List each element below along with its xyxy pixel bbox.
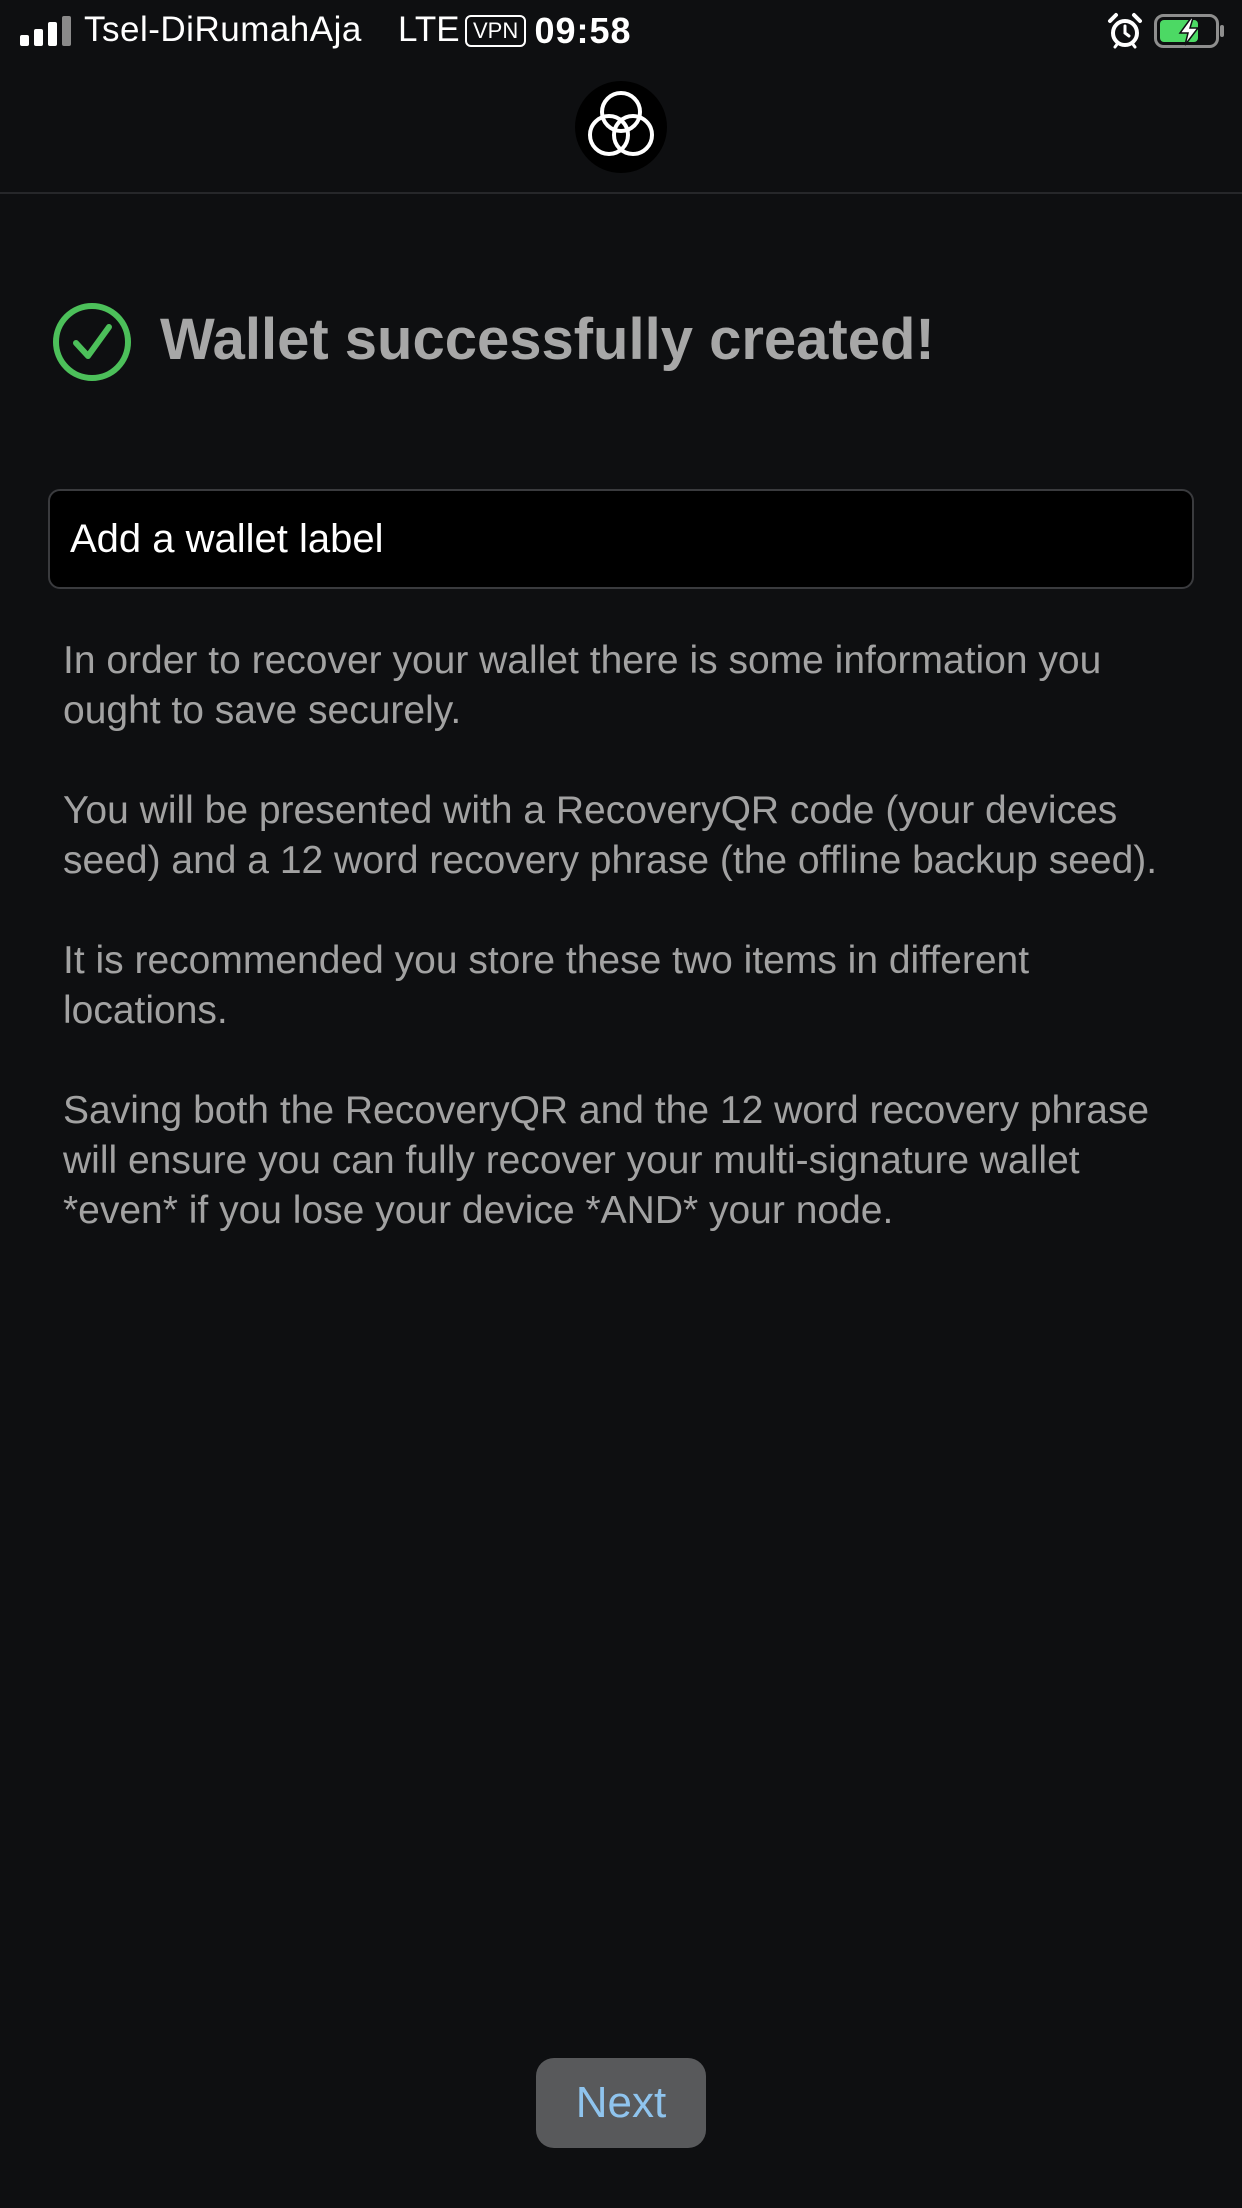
battery-charging-icon <box>1154 14 1224 48</box>
info-paragraph: You will be presented with a RecoveryQR … <box>63 789 1158 882</box>
wallet-created-screen: Tsel-DiRumahAja LTE VPN 09:58 Wallet suc… <box>0 0 1242 2208</box>
success-title: Wallet successfully created! <box>160 307 935 372</box>
recovery-info: In order to recover your wallet there is… <box>63 636 1193 1286</box>
status-bar: Tsel-DiRumahAja LTE VPN 09:58 <box>0 0 1242 64</box>
info-paragraph: Saving both the RecoveryQR and the 12 wo… <box>63 1089 1150 1232</box>
next-button[interactable]: Next <box>536 2058 706 2148</box>
alarm-icon <box>1108 13 1142 49</box>
app-header <box>0 64 1242 194</box>
info-paragraph: It is recommended you store these two it… <box>63 939 1030 1032</box>
wallet-label-input[interactable] <box>48 489 1194 589</box>
status-time: 09:58 <box>534 10 632 51</box>
check-circle-icon <box>53 303 131 381</box>
three-rings-logo-icon <box>575 81 667 173</box>
info-paragraph: In order to recover your wallet there is… <box>63 639 1102 732</box>
success-heading: Wallet successfully created! <box>52 302 1192 382</box>
